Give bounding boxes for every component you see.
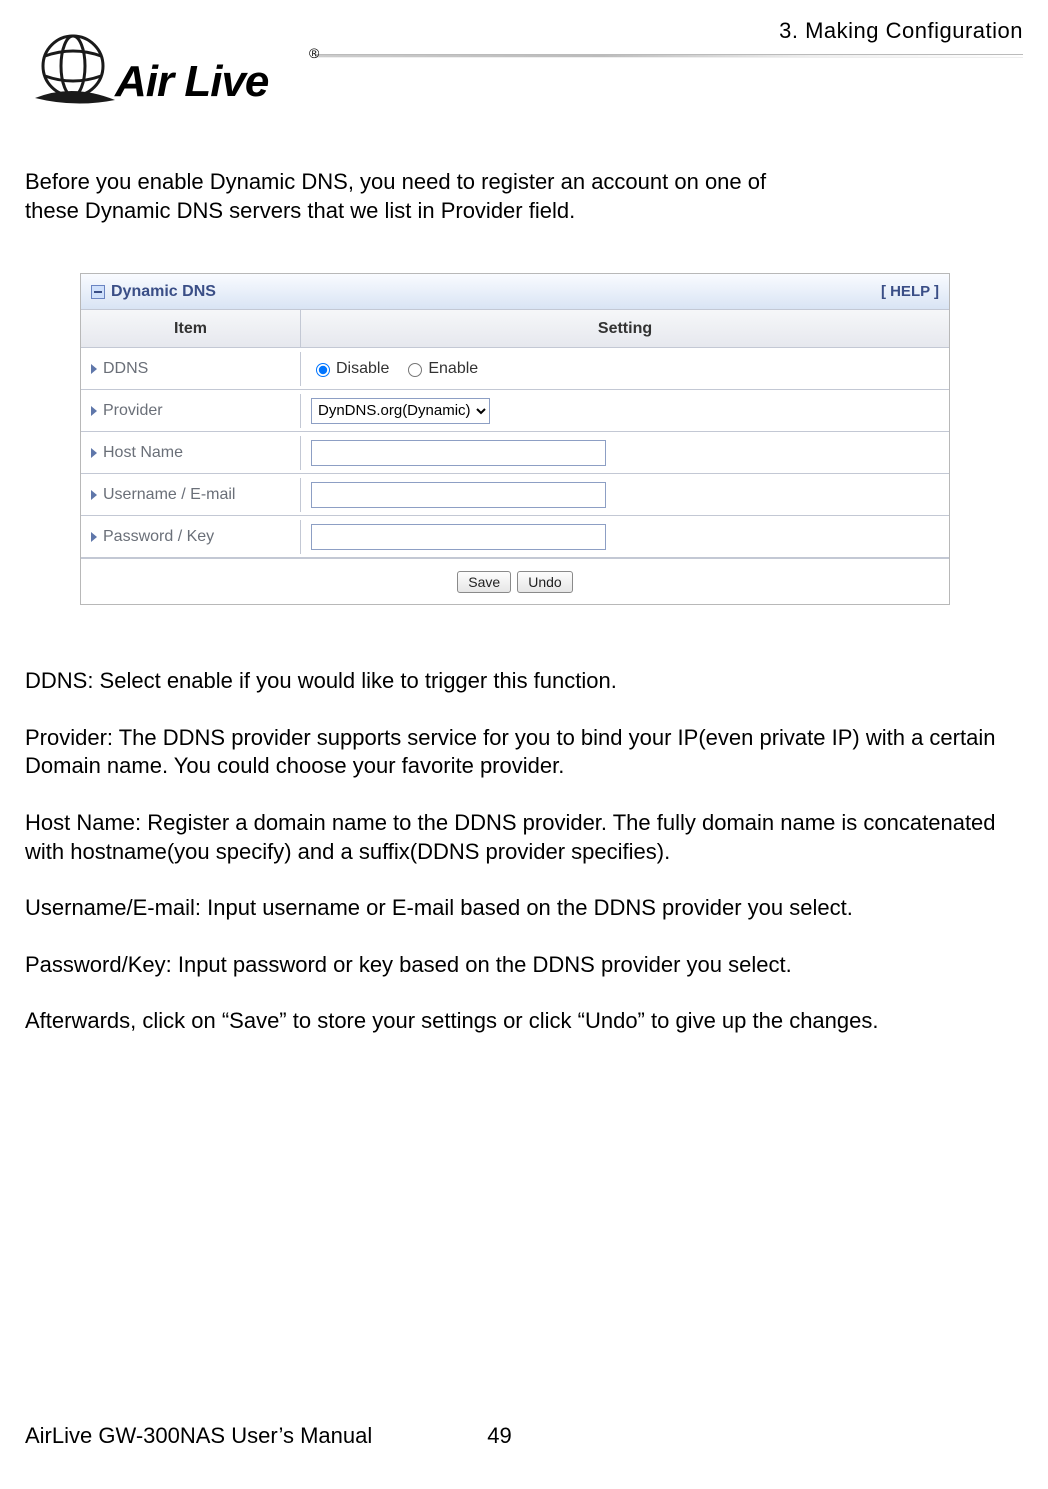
radio-disable-text: Disable — [336, 360, 389, 378]
chevron-right-icon — [91, 406, 97, 416]
collapse-icon[interactable] — [91, 285, 105, 299]
header-rule — [315, 54, 1023, 58]
intro-text: Before you enable Dynamic DNS, you need … — [25, 168, 785, 225]
chevron-right-icon — [91, 448, 97, 458]
column-headers: Item Setting — [81, 310, 949, 348]
help-link[interactable]: [ HELP ] — [881, 283, 939, 300]
desc-provider: Provider: The DDNS provider supports ser… — [25, 724, 1023, 781]
undo-button[interactable]: Undo — [517, 571, 572, 593]
footer-manual: AirLive GW-300NAS User’s Manual — [25, 1423, 372, 1449]
page-footer: AirLive GW-300NAS User’s Manual 49 — [25, 1423, 1005, 1449]
chevron-right-icon — [91, 490, 97, 500]
brand-logo: Air Live ® — [25, 28, 325, 128]
username-input[interactable] — [311, 482, 606, 508]
desc-afterwards: Afterwards, click on “Save” to store you… — [25, 1007, 1023, 1036]
panel-title-text: Dynamic DNS — [111, 283, 216, 301]
radio-enable-label[interactable]: Enable — [403, 360, 478, 378]
label-username: Username / E-mail — [103, 486, 235, 504]
row-ddns: DDNS Disable Enable — [81, 348, 949, 390]
chapter-label: 3. Making Configuration — [779, 18, 1023, 44]
chevron-right-icon — [91, 364, 97, 374]
provider-select[interactable]: DynDNS.org(Dynamic) — [311, 398, 490, 424]
label-hostname: Host Name — [103, 444, 183, 462]
radio-disable[interactable] — [316, 363, 330, 377]
row-provider: Provider DynDNS.org(Dynamic) — [81, 390, 949, 432]
row-username: Username / E-mail — [81, 474, 949, 516]
hostname-input[interactable] — [311, 440, 606, 466]
save-button[interactable]: Save — [457, 571, 511, 593]
password-input[interactable] — [311, 524, 606, 550]
chevron-right-icon — [91, 532, 97, 542]
description-block: DDNS: Select enable if you would like to… — [25, 667, 1023, 1036]
button-row: Save Undo — [81, 558, 949, 604]
footer-page-number: 49 — [487, 1423, 511, 1449]
desc-hostname: Host Name: Register a domain name to the… — [25, 809, 1023, 866]
radio-enable-text: Enable — [428, 360, 478, 378]
col-header-setting: Setting — [301, 310, 949, 347]
radio-enable[interactable] — [408, 363, 422, 377]
label-password: Password / Key — [103, 528, 214, 546]
desc-ddns: DDNS: Select enable if you would like to… — [25, 667, 1023, 696]
registered-mark: ® — [309, 45, 320, 61]
desc-username: Username/E-mail: Input username or E-mai… — [25, 894, 1023, 923]
brand-name: Air Live — [114, 57, 269, 106]
label-provider: Provider — [103, 402, 163, 420]
row-hostname: Host Name — [81, 432, 949, 474]
radio-disable-label[interactable]: Disable — [311, 360, 389, 378]
col-header-item: Item — [81, 310, 301, 347]
panel-titlebar: Dynamic DNS [ HELP ] — [81, 274, 949, 310]
label-ddns: DDNS — [103, 360, 148, 378]
row-password: Password / Key — [81, 516, 949, 558]
desc-password: Password/Key: Input password or key base… — [25, 951, 1023, 980]
page-header: 3. Making Configuration Air Live ® — [25, 10, 1023, 140]
ddns-panel: Dynamic DNS [ HELP ] Item Setting DDNS D… — [80, 273, 950, 605]
